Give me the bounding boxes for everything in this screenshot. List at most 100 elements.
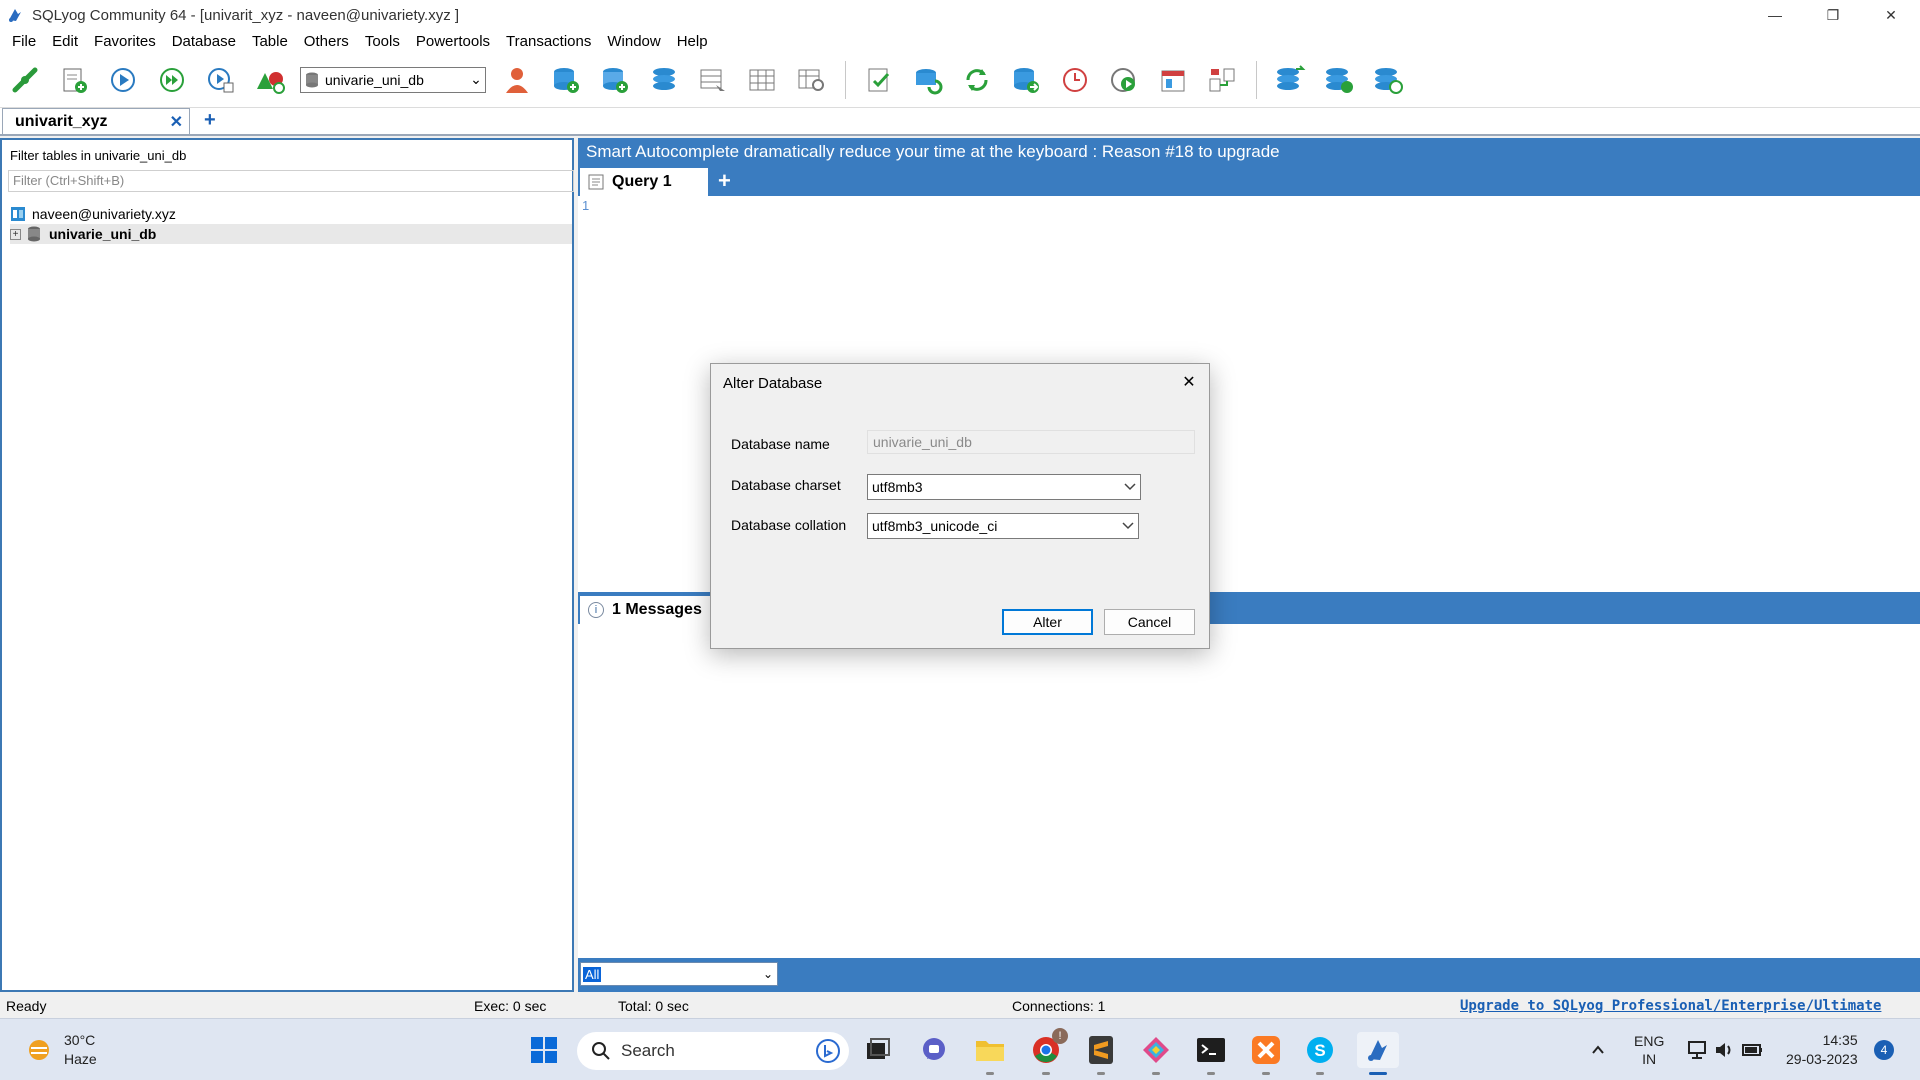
new-connection-button[interactable] <box>6 61 44 99</box>
weather-sun-icon <box>29 1040 49 1060</box>
menu-others[interactable]: Others <box>296 33 357 50</box>
menu-edit[interactable]: Edit <box>44 33 86 50</box>
clock[interactable]: 14:35 29-03-2023 <box>1786 1019 1858 1080</box>
insert-rows-button[interactable] <box>694 61 732 99</box>
menu-favorites[interactable]: Favorites <box>86 33 164 50</box>
xampp-button[interactable] <box>1248 1032 1284 1075</box>
weather-widget[interactable]: 30°C Haze <box>24 1031 97 1069</box>
system-tray-icons[interactable] <box>1686 1019 1764 1080</box>
terminal-icon <box>1197 1038 1225 1062</box>
sqlyog-taskbar-button[interactable] <box>1357 1032 1399 1075</box>
user-manager-button[interactable] <box>498 61 536 99</box>
notifications-button[interactable]: 4 <box>1874 1019 1894 1080</box>
database-icon <box>306 72 318 87</box>
close-window-button[interactable]: ✕ <box>1862 0 1920 30</box>
menu-tools[interactable]: Tools <box>357 33 408 50</box>
connection-tab[interactable]: univarit_xyz ✕ <box>2 108 190 134</box>
results-filter-value: All <box>583 966 602 982</box>
tree-connection-node[interactable]: naveen@univariety.xyz <box>10 204 176 224</box>
execute-all-button[interactable] <box>153 61 191 99</box>
minimize-button[interactable]: — <box>1746 0 1804 30</box>
results-filter-bar <box>578 958 1920 992</box>
windows-logo-icon <box>531 1037 557 1063</box>
running-indicator <box>986 1072 994 1075</box>
clock-icon <box>1063 67 1087 92</box>
schema-designer-button[interactable] <box>251 61 289 99</box>
document-check-icon <box>868 68 890 91</box>
schema-sync-button[interactable] <box>860 61 898 99</box>
expand-icon[interactable]: + <box>10 228 21 240</box>
status-bar: Ready Exec: 0 sec Total: 0 sec Connectio… <box>0 994 1920 1018</box>
upgrade-link[interactable]: Upgrade to SQLyog Professional/Enterpris… <box>1460 998 1881 1014</box>
git-tool-button[interactable] <box>1138 1032 1174 1075</box>
play-grid-icon <box>208 67 234 92</box>
database-sync-icon <box>916 68 943 94</box>
file-explorer-button[interactable] <box>972 1032 1008 1075</box>
sqlyog-logo-icon <box>1368 1040 1387 1061</box>
menu-table[interactable]: Table <box>244 33 296 50</box>
task-view-button[interactable] <box>860 1032 896 1068</box>
menu-powertools[interactable]: Powertools <box>408 33 498 50</box>
database-charset-select[interactable]: utf8mb3 <box>867 474 1141 500</box>
database-export-icon <box>1375 67 1403 94</box>
start-button[interactable] <box>526 1032 562 1068</box>
show-hidden-icons-button[interactable] <box>1590 1019 1606 1080</box>
restore-button[interactable]: ❐ <box>1804 0 1862 30</box>
scheduler-button[interactable] <box>1056 61 1094 99</box>
restore-db-button[interactable] <box>1320 61 1358 99</box>
dialog-close-button[interactable]: ✕ <box>1177 370 1201 394</box>
database-stack-button[interactable] <box>645 61 683 99</box>
running-indicator <box>1042 1072 1050 1075</box>
database-import-icon <box>1014 67 1039 93</box>
banner-text[interactable]: Smart Autocomplete dramatically reduce y… <box>586 142 1280 162</box>
export-button[interactable] <box>1369 61 1407 99</box>
query-tab[interactable]: Query 1 <box>580 168 708 196</box>
schema-designer-layout-button[interactable] <box>1203 61 1241 99</box>
import-button[interactable] <box>1007 61 1045 99</box>
notification-count-badge: 4 <box>1874 1040 1894 1060</box>
data-sync-button[interactable] <box>909 61 947 99</box>
close-tab-icon[interactable]: ✕ <box>170 112 183 132</box>
terminal-button[interactable] <box>1193 1032 1229 1075</box>
notification-services-button[interactable] <box>1105 61 1143 99</box>
database-add-icon <box>554 67 579 93</box>
filter-tables-input[interactable]: Filter (Ctrl+Shift+B) <box>8 170 574 192</box>
table-grid-button[interactable] <box>743 61 781 99</box>
create-table-button[interactable] <box>596 61 634 99</box>
menu-bar: File Edit Favorites Database Table Other… <box>0 30 1920 52</box>
refresh-button[interactable] <box>958 61 996 99</box>
execute-query-button[interactable] <box>104 61 142 99</box>
menu-window[interactable]: Window <box>599 33 668 50</box>
menu-transactions[interactable]: Transactions <box>498 33 599 50</box>
window-controls: — ❐ ✕ <box>1746 0 1920 30</box>
query-builder-button[interactable] <box>1154 61 1192 99</box>
cancel-button[interactable]: Cancel <box>1104 609 1195 635</box>
create-database-button[interactable] <box>547 61 585 99</box>
chrome-button[interactable]: ! <box>1028 1028 1068 1075</box>
new-query-tab-button[interactable]: + <box>718 168 731 194</box>
alter-button[interactable]: Alter <box>1002 609 1093 635</box>
database-collation-select[interactable]: utf8mb3_unicode_ci <box>867 513 1139 539</box>
language-indicator[interactable]: ENG IN <box>1634 1019 1664 1080</box>
database-selector[interactable]: univarie_uni_db ⌄ <box>300 66 486 93</box>
results-filter-select[interactable]: All ⌄ <box>580 962 778 986</box>
sublime-text-button[interactable] <box>1083 1032 1119 1075</box>
tree-database-node[interactable]: + univarie_uni_db <box>10 224 572 244</box>
close-icon: ✕ <box>1182 374 1196 391</box>
upgrade-banner: Smart Autocomplete dramatically reduce y… <box>578 138 1920 196</box>
menu-database[interactable]: Database <box>164 33 244 50</box>
database-name: univarie_uni_db <box>49 226 157 242</box>
messages-tab[interactable]: i 1 Messages <box>580 596 710 624</box>
new-query-button[interactable] <box>55 61 93 99</box>
new-connection-tab-button[interactable]: + <box>204 109 216 132</box>
skype-button[interactable]: S <box>1302 1032 1338 1075</box>
execute-current-button[interactable] <box>202 61 240 99</box>
backup-button[interactable] <box>1271 61 1309 99</box>
taskbar-search[interactable]: Search <box>577 1032 849 1070</box>
menu-file[interactable]: File <box>4 33 44 50</box>
running-indicator <box>1207 1072 1215 1075</box>
connection-tab-label: univarit_xyz <box>15 112 108 130</box>
teams-chat-button[interactable] <box>916 1032 952 1068</box>
menu-help[interactable]: Help <box>669 33 716 50</box>
table-settings-button[interactable] <box>792 61 830 99</box>
